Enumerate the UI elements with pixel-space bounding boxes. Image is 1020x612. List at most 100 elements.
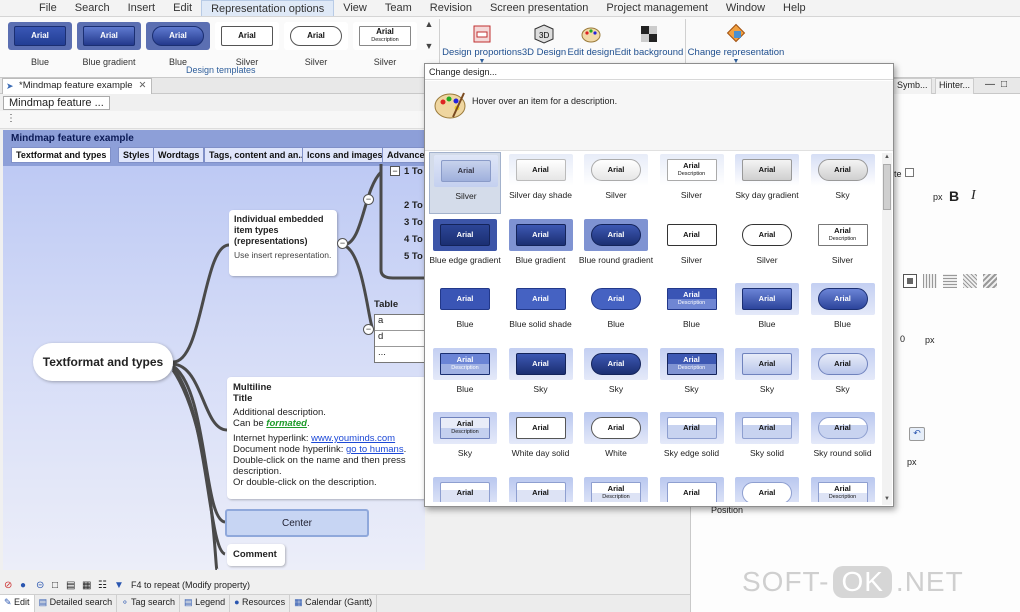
- menu-item-edit[interactable]: Edit: [164, 0, 201, 16]
- scroll-thumb[interactable]: [883, 164, 891, 210]
- design-option[interactable]: Arial White day solid: [505, 410, 577, 472]
- scroll-up-icon[interactable]: ▲: [882, 154, 892, 160]
- design-option[interactable]: Arial Description Silver: [656, 152, 728, 214]
- design-option[interactable]: Arial Sky: [807, 346, 879, 408]
- center-node[interactable]: Center: [225, 509, 369, 537]
- tab-background[interactable]: Hinter...: [935, 78, 975, 94]
- bottom-tab-tag-search[interactable]: ⚬ Tag search: [117, 595, 181, 612]
- design-option[interactable]: Arial Description: [807, 475, 879, 502]
- design-option[interactable]: Arial Blue gradient: [505, 217, 577, 279]
- topic-item[interactable]: 1 To: [404, 166, 423, 177]
- design-template[interactable]: Arial Description: [353, 22, 417, 50]
- pattern-swatch[interactable]: [923, 274, 937, 288]
- design-option[interactable]: Arial: [656, 475, 728, 502]
- design-option[interactable]: Arial White: [580, 410, 652, 472]
- topic-item[interactable]: 4 To: [404, 234, 423, 245]
- design-option[interactable]: Arial: [731, 475, 803, 502]
- frame-icon[interactable]: □: [52, 580, 58, 591]
- map-subtab[interactable]: Mindmap feature ...: [3, 96, 110, 110]
- design-template[interactable]: Arial: [284, 22, 348, 50]
- scroll-down-icon[interactable]: ▼: [882, 496, 892, 502]
- internet-hyperlink[interactable]: www.youminds.com: [311, 433, 395, 444]
- table-cell[interactable]: a: [375, 315, 425, 331]
- grid-icon[interactable]: ▦: [82, 580, 91, 591]
- record-icon[interactable]: ●: [20, 580, 26, 591]
- close-icon[interactable]: ✕: [139, 80, 147, 91]
- design-option[interactable]: Arial Description Sky: [656, 346, 728, 408]
- stop-icon[interactable]: ⊘: [4, 580, 12, 591]
- bottom-tab-calendar-gantt-[interactable]: ▦ Calendar (Gantt): [290, 595, 378, 612]
- design-option[interactable]: Arial Silver: [580, 152, 652, 214]
- table-cell[interactable]: ...: [375, 347, 425, 362]
- pattern-swatch[interactable]: [963, 274, 977, 288]
- embedded-types-node[interactable]: Individual embedded item types (represen…: [229, 210, 337, 276]
- design-option[interactable]: Arial Silver: [731, 217, 803, 279]
- design-option[interactable]: Arial Blue: [807, 281, 879, 343]
- design-option[interactable]: Arial Sky solid: [731, 410, 803, 472]
- design-option[interactable]: Arial Description Blue: [429, 346, 501, 408]
- scroll-down-icon[interactable]: ▼: [425, 41, 434, 51]
- design-option[interactable]: Arial Description Sky: [429, 410, 501, 472]
- bottom-tab-detailed-search[interactable]: ▤ Detailed search: [35, 595, 118, 612]
- tree-icon[interactable]: ⋮: [6, 113, 16, 124]
- menu-item-search[interactable]: Search: [66, 0, 119, 16]
- design-template[interactable]: Arial: [8, 22, 72, 50]
- design-option[interactable]: Arial Sky: [505, 346, 577, 408]
- design-option[interactable]: Arial Silver: [429, 152, 501, 214]
- design-option[interactable]: Arial Blue edge gradient: [429, 217, 501, 279]
- collapse-icon[interactable]: −: [337, 238, 348, 249]
- tree-icon[interactable]: ☷: [98, 580, 107, 591]
- menu-item-help[interactable]: Help: [774, 0, 815, 16]
- expand-box-icon[interactable]: −: [390, 166, 400, 176]
- spinner-value[interactable]: 0: [900, 334, 905, 344]
- pattern-swatch[interactable]: [943, 274, 957, 288]
- mindmap-canvas[interactable]: Mindmap feature example Textformat and t…: [3, 130, 425, 570]
- bottom-tab-legend[interactable]: ▤ Legend: [180, 595, 231, 612]
- menu-item-representation-options[interactable]: Representation options: [201, 0, 335, 16]
- menu-item-project-management[interactable]: Project management: [597, 0, 717, 16]
- collapse-icon[interactable]: −: [363, 324, 374, 335]
- undo-icon[interactable]: ↶: [909, 427, 925, 441]
- design-option[interactable]: Arial: [429, 475, 501, 502]
- menu-item-file[interactable]: File: [30, 0, 66, 16]
- menu-item-view[interactable]: View: [334, 0, 376, 16]
- design-template[interactable]: Arial: [77, 22, 141, 50]
- checkbox[interactable]: [905, 168, 914, 177]
- design-option[interactable]: Arial: [505, 475, 577, 502]
- scroll-up-icon[interactable]: ▲: [425, 19, 434, 29]
- topic-item[interactable]: 3 To: [404, 217, 423, 228]
- editor-tab[interactable]: ➤ *Mindmap feature example ✕: [2, 78, 152, 94]
- document-node-hyperlink[interactable]: go to humans: [346, 444, 404, 455]
- design-option[interactable]: Arial Sky: [731, 346, 803, 408]
- pattern-swatch[interactable]: [903, 274, 917, 288]
- menu-item-window[interactable]: Window: [717, 0, 774, 16]
- bottom-tab-edit[interactable]: ✎ Edit: [0, 595, 35, 612]
- table-node[interactable]: a d ...: [374, 314, 425, 363]
- menu-item-revision[interactable]: Revision: [421, 0, 481, 16]
- tab-symbols[interactable]: Symb...: [893, 78, 932, 94]
- comment-node[interactable]: Comment: [227, 544, 285, 566]
- design-option[interactable]: Arial Description: [580, 475, 652, 502]
- multiline-node[interactable]: Multiline Title Additional description. …: [227, 377, 425, 499]
- menu-item-insert[interactable]: Insert: [119, 0, 165, 16]
- design-option[interactable]: Arial Blue: [731, 281, 803, 343]
- bottom-tab-resources[interactable]: ● Resources: [230, 595, 291, 612]
- menu-item-team[interactable]: Team: [376, 0, 421, 16]
- design-option[interactable]: Arial Sky round solid: [807, 410, 879, 472]
- design-template[interactable]: Arial: [215, 22, 279, 50]
- minimize-icon[interactable]: —: [985, 79, 995, 90]
- collapse-icon[interactable]: −: [363, 194, 374, 205]
- design-option[interactable]: Arial Silver: [656, 217, 728, 279]
- design-option[interactable]: Arial Blue: [580, 281, 652, 343]
- design-option[interactable]: Arial Silver day shade: [505, 152, 577, 214]
- italic-button[interactable]: I: [971, 188, 976, 204]
- maximize-icon[interactable]: □: [1001, 79, 1007, 90]
- root-node[interactable]: Textformat and types: [33, 343, 173, 381]
- table-cell[interactable]: d: [375, 331, 425, 347]
- design-option[interactable]: Arial Sky: [807, 152, 879, 214]
- design-option[interactable]: Arial Sky day gradient: [731, 152, 803, 214]
- frame-icon[interactable]: ▤: [66, 580, 75, 591]
- design-template[interactable]: Arial: [146, 22, 210, 50]
- menu-item-screen-presentation[interactable]: Screen presentation: [481, 0, 597, 16]
- design-option[interactable]: Arial Sky: [580, 346, 652, 408]
